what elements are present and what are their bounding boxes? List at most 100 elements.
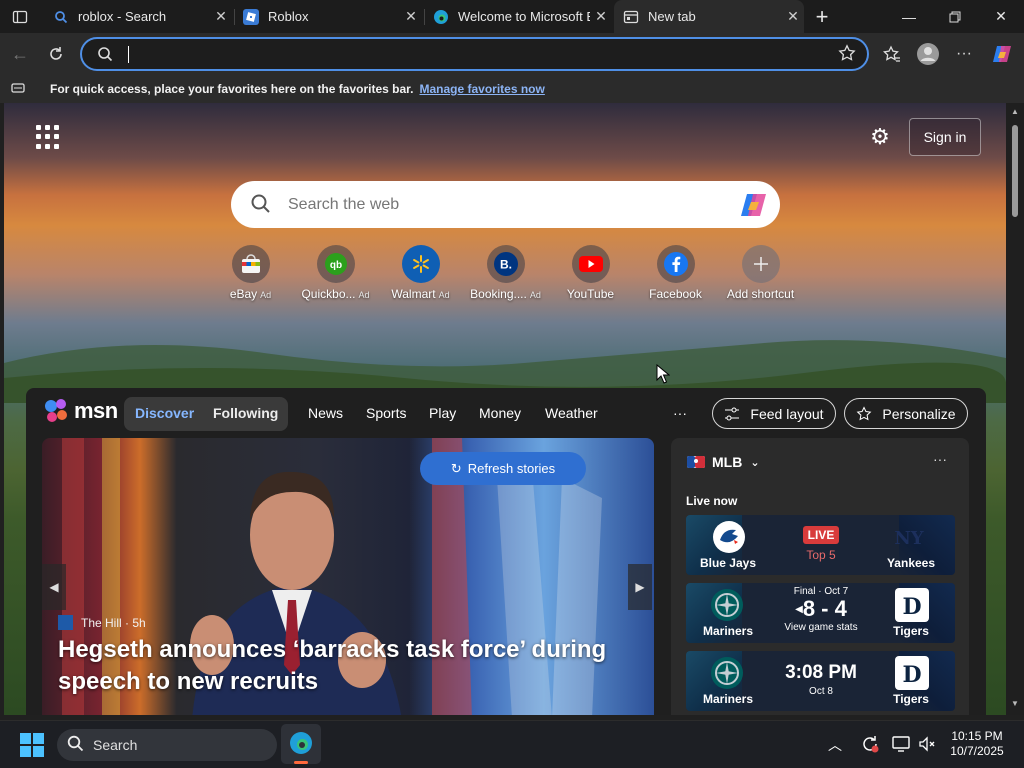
new-tab-page: ⚙ Sign in eBayAd qb Quickbo...Ad Walmart… xyxy=(4,103,1006,715)
web-search-input[interactable] xyxy=(286,193,716,217)
tab-title: Roblox xyxy=(268,9,309,24)
settings-more-icon[interactable]: ··· xyxy=(948,38,980,70)
shortcut-facebook[interactable]: Facebook xyxy=(628,245,723,301)
system-clock[interactable]: 10:15 PM 10/7/2025 xyxy=(940,729,1014,759)
shortcut-walmart[interactable]: Walmart Ad xyxy=(373,245,468,301)
away-team: Mariners xyxy=(702,624,754,638)
feed-layout-button[interactable]: Feed layout xyxy=(712,398,836,429)
shortcut-booking[interactable]: B. Booking.... Ad xyxy=(458,245,553,301)
carousel-prev-icon[interactable]: ◀ xyxy=(42,564,66,610)
clock-time: 10:15 PM xyxy=(951,729,1003,743)
nav-play[interactable]: Play xyxy=(429,396,456,430)
search-icon xyxy=(249,192,273,221)
nav-news[interactable]: News xyxy=(308,396,343,430)
close-tab-icon[interactable]: ✕ xyxy=(210,8,232,25)
favorite-star-icon[interactable] xyxy=(838,44,856,67)
walmart-icon xyxy=(401,245,440,283)
svg-text:B.: B. xyxy=(500,258,512,272)
app-launcher-icon[interactable] xyxy=(36,125,60,149)
roblox-favicon-icon xyxy=(243,8,259,25)
svg-text:qb: qb xyxy=(329,260,341,271)
close-tab-icon[interactable]: ✕ xyxy=(782,8,804,25)
game-time: 3:08 PM xyxy=(785,662,857,683)
taskbar-search-label: Search xyxy=(93,737,138,753)
live-badge: LIVE xyxy=(802,526,840,544)
address-input[interactable] xyxy=(126,43,816,65)
tab-new-tab[interactable]: New tab ✕ xyxy=(614,0,804,33)
close-tab-icon[interactable]: ✕ xyxy=(400,8,422,25)
restore-icon[interactable] xyxy=(932,0,978,33)
update-sync-icon[interactable] xyxy=(860,734,880,759)
mlb-header[interactable]: MLB ⌄ xyxy=(687,454,760,470)
scroll-down-icon[interactable]: ▼ xyxy=(1010,699,1020,708)
shortcut-youtube[interactable]: YouTube xyxy=(543,245,638,301)
add-shortcut-button[interactable]: Add shortcut xyxy=(713,245,808,301)
close-window-icon[interactable]: ✕ xyxy=(978,0,1024,33)
mlb-title: MLB xyxy=(712,454,743,470)
shortcut-label: Booking.... xyxy=(470,287,527,301)
away-team: Mariners xyxy=(702,692,754,706)
close-tab-icon[interactable]: ✕ xyxy=(590,8,612,25)
refresh-stories-label: Refresh stories xyxy=(467,461,556,476)
network-monitor-icon[interactable] xyxy=(892,735,910,758)
show-hidden-icons-chevron-icon[interactable]: ︿ xyxy=(828,735,842,755)
tigers-logo-icon: D xyxy=(895,656,929,690)
story-headline[interactable]: Hegseth announces ‘barracks task force’ … xyxy=(58,634,618,698)
profile-avatar-icon[interactable] xyxy=(912,38,944,70)
minimize-icon[interactable]: — xyxy=(886,0,932,33)
tab-title: Welcome to Microsoft Ed xyxy=(458,9,590,24)
chevron-down-icon: ⌄ xyxy=(750,456,760,469)
taskbar-edge-app[interactable] xyxy=(281,724,321,764)
back-arrow-icon[interactable]: ← xyxy=(4,38,36,70)
shortcut-quickbooks[interactable]: qb Quickbo... Ad xyxy=(288,245,383,301)
scrollbar-thumb[interactable] xyxy=(1012,125,1018,217)
favorites-bar-icon xyxy=(11,82,25,97)
carousel-next-icon[interactable]: ▶ xyxy=(628,564,652,610)
shortcut-label: Add shortcut xyxy=(726,287,795,301)
msn-feed: msn Discover Following News Sports Play … xyxy=(26,388,986,715)
manage-favorites-link[interactable]: Manage favorites now xyxy=(419,82,544,96)
sign-in-button[interactable]: Sign in xyxy=(909,118,981,156)
favorites-icon[interactable] xyxy=(876,38,908,70)
msn-logo[interactable]: msn xyxy=(44,398,118,424)
web-search-box[interactable] xyxy=(231,181,780,228)
tab-discover[interactable]: Discover xyxy=(135,396,194,430)
tab-actions-icon[interactable] xyxy=(4,1,36,33)
new-tab-plus-icon[interactable]: + xyxy=(805,0,839,33)
more-options-icon[interactable]: ··· xyxy=(933,451,947,467)
shortcut-ebay[interactable]: eBay Ad xyxy=(203,245,298,301)
final-score: 8 - 4 xyxy=(802,596,847,621)
page-scrollbar[interactable]: ▲ ▼ xyxy=(1006,103,1024,715)
tab-welcome-edge[interactable]: Welcome to Microsoft Ed ✕ xyxy=(424,0,612,33)
game-bluejays-yankees[interactable]: NY Blue Jays Yankees LIVE Top 5 xyxy=(686,515,955,575)
nav-sports[interactable]: Sports xyxy=(366,396,406,430)
page-settings-gear-icon[interactable]: ⚙ xyxy=(866,123,894,151)
tab-roblox[interactable]: Roblox ✕ xyxy=(234,0,422,33)
windows-taskbar: Search ︿ 10:15 PM 10/7/2025 xyxy=(0,720,1024,768)
ad-badge: Ad xyxy=(260,290,272,300)
shortcut-label: Quickbo... xyxy=(301,287,356,301)
mlb-scores-card: MLB ⌄ ··· Live now NY Blue Jays Yankees … xyxy=(671,438,969,715)
taskbar-search[interactable]: Search xyxy=(57,729,277,761)
game-mariners-tigers-final[interactable]: D Mariners Tigers Final · Oct 7 ◀8 - 4 V… xyxy=(686,583,955,643)
scroll-up-icon[interactable]: ▲ xyxy=(1010,107,1020,116)
view-game-stats-link[interactable]: View game stats xyxy=(766,622,876,633)
game-mariners-tigers-upcoming[interactable]: D Mariners Tigers 3:08 PM Oct 8 xyxy=(686,651,955,711)
nav-money[interactable]: Money xyxy=(479,396,521,430)
refresh-icon[interactable] xyxy=(40,38,72,70)
nav-more-icon[interactable]: ··· xyxy=(673,396,687,430)
refresh-stories-button[interactable]: ↻ Refresh stories xyxy=(420,452,586,485)
volume-muted-icon[interactable] xyxy=(918,735,936,758)
tab-roblox-search[interactable]: roblox - Search ✕ xyxy=(44,0,232,33)
copilot-icon[interactable] xyxy=(739,191,769,224)
copilot-icon[interactable] xyxy=(986,38,1018,70)
nav-weather[interactable]: Weather xyxy=(545,396,598,430)
search-icon xyxy=(67,735,84,755)
mouse-cursor-icon xyxy=(656,364,670,384)
personalize-button[interactable]: Personalize xyxy=(844,398,968,429)
hero-story-card[interactable]: ↻ Refresh stories ◀ ▶ The Hill · 5h Hegs… xyxy=(42,438,654,715)
windows-start-icon[interactable] xyxy=(20,733,44,762)
address-bar[interactable] xyxy=(80,37,869,71)
tab-following[interactable]: Following xyxy=(213,396,278,430)
game-date: Oct 8 xyxy=(809,686,833,697)
